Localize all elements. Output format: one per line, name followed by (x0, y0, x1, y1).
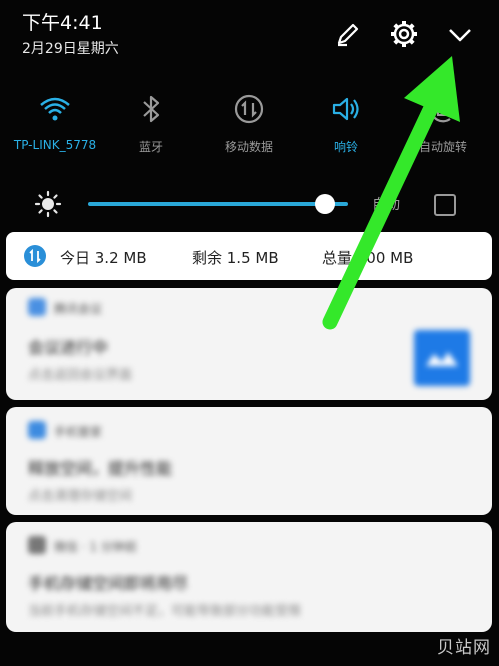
notification-app: 腾讯会议 (54, 302, 103, 316)
tile-auto-rotate-label: 自动旋转 (418, 140, 467, 154)
notification-card[interactable]: 手机管家 释放空间，提升性能 点击清理存储空间 (6, 407, 492, 515)
tile-bluetooth-label: 蓝牙 (138, 140, 163, 154)
watermark: 贝站网 (437, 638, 491, 658)
brightness-row: 自动 (0, 186, 499, 222)
chevron-down-icon (449, 29, 471, 42)
notification-thumbnail (414, 330, 470, 386)
tile-mobile-data-label: 移动数据 (224, 140, 273, 154)
tile-ring[interactable]: 响铃 (291, 88, 401, 155)
settings-button[interactable] (386, 16, 422, 52)
wifi-icon (40, 97, 70, 121)
brightness-slider-handle[interactable] (314, 194, 335, 214)
ring-volume-icon (332, 97, 359, 121)
data-total: 总量 100 MB (322, 249, 414, 267)
quick-settings: TP-LINK_5778 蓝牙 移动数据 响铃 自动旋转 (0, 88, 499, 168)
auto-brightness-label: 自动 (372, 197, 400, 213)
tile-mobile-data[interactable]: 移动数据 (194, 88, 304, 155)
tile-ring-label: 响铃 (333, 140, 358, 154)
notification-title: 释放空间，提升性能 (28, 459, 173, 478)
gear-icon (391, 21, 417, 47)
expand-button[interactable] (442, 16, 478, 52)
edit-button[interactable] (330, 16, 366, 52)
bluetooth-icon (143, 95, 160, 123)
notification-body: 当前手机存储空间不足，可能导致部分功能受限 (28, 604, 302, 619)
auto-rotate-icon (429, 95, 457, 123)
notification-card[interactable]: 腾讯会议 会议进行中 点击返回会议界面 (6, 288, 492, 400)
tile-wifi-label: TP-LINK_5778 (13, 138, 97, 152)
brightness-icon (34, 190, 62, 218)
auto-brightness-checkbox[interactable] (434, 194, 456, 216)
notification-app: 手机管家 (54, 425, 103, 439)
data-usage-card[interactable]: 今日 3.2 MB 剩余 1.5 MB 总量 100 MB (6, 232, 492, 280)
notification-app: 微信 · 1 分钟前 (54, 540, 137, 554)
pencil-icon (337, 23, 359, 47)
notification-body: 点击返回会议界面 (28, 368, 133, 383)
data-today: 今日 3.2 MB (60, 249, 147, 267)
status-time: 下午4:41 (22, 12, 103, 34)
mobile-data-icon (234, 94, 264, 124)
brightness-slider[interactable] (88, 202, 348, 206)
tile-auto-rotate[interactable]: 自动旋转 (388, 88, 498, 155)
notification-card[interactable]: 微信 · 1 分钟前 手机存储空间即将用尽 当前手机存储空间不足，可能导致部分功… (6, 522, 492, 632)
notification-title: 手机存储空间即将用尽 (28, 574, 189, 593)
status-date: 2月29日星期六 (22, 41, 119, 57)
tile-wifi[interactable]: TP-LINK_5778 (0, 88, 110, 152)
notification-title: 会议进行中 (28, 338, 109, 357)
tile-bluetooth[interactable]: 蓝牙 (96, 88, 206, 155)
notification-body: 点击清理存储空间 (28, 489, 133, 504)
mobile-data-icon (24, 245, 46, 267)
data-remaining: 剩余 1.5 MB (192, 249, 279, 267)
